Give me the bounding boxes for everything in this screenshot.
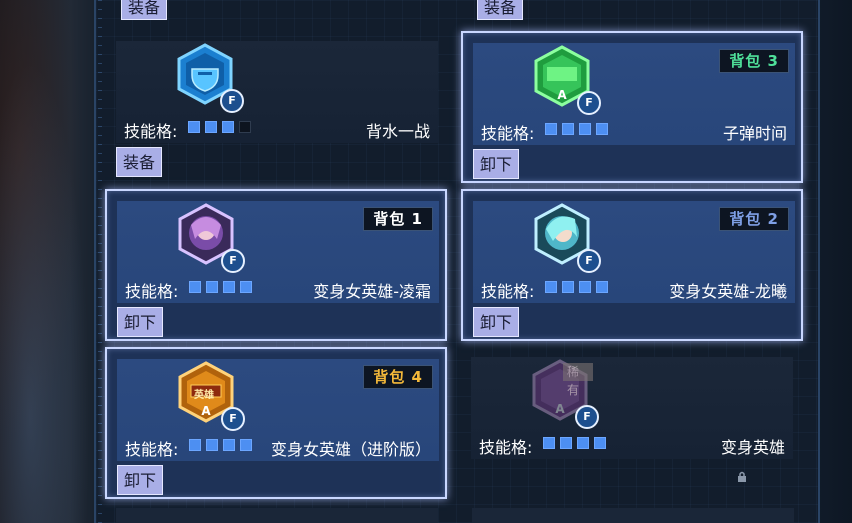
skill-name: 变身女英雄-凌霜 xyxy=(313,282,431,301)
slot-filled xyxy=(223,281,235,293)
skill-card-bullet-time[interactable]: 背包 3 A F 技能格: 子弹时间 卸下 xyxy=(461,31,803,183)
card-body: F 技能格: 背水一战 xyxy=(116,41,438,143)
slot-filled xyxy=(189,281,201,293)
slot-label: 技能格: xyxy=(479,438,533,457)
lock-icon xyxy=(737,471,747,482)
skill-slots xyxy=(543,437,606,449)
unequip-button[interactable]: 卸下 xyxy=(473,307,520,337)
slot-filled xyxy=(543,437,555,449)
skill-slots xyxy=(545,123,608,135)
skill-slots xyxy=(188,121,251,133)
skill-card-hero-advanced[interactable]: 背包 4 A 英雄 F 技能格: 变身女英雄（进阶版） 卸下 xyxy=(105,347,447,499)
hero-locked-hex-icon: A 稀有 F xyxy=(531,359,599,429)
skill-card-longxi[interactable]: 背包 2 F 技能格: 变身女英雄-龙曦 卸下 xyxy=(461,189,803,341)
skill-name: 变身女英雄（进阶版） xyxy=(270,440,431,459)
slot-label: 技能格: xyxy=(481,124,535,143)
card-body: A 稀有 F 技能格: 变身英雄 xyxy=(471,357,793,459)
slot-label: 技能格: xyxy=(124,122,178,141)
unequip-button[interactable]: 卸下 xyxy=(473,149,520,179)
slot-filled xyxy=(545,281,557,293)
skill-name: 变身英雄 xyxy=(720,438,785,457)
unequip-button[interactable]: 卸下 xyxy=(117,465,164,495)
slot-filled xyxy=(223,439,235,451)
slot-filled xyxy=(189,439,201,451)
card-body: 背包 2 F 技能格: 变身女英雄-龙曦 xyxy=(473,201,795,303)
slot-filled xyxy=(560,437,572,449)
panel-ruler-decoration xyxy=(98,0,102,523)
rare-tag: 稀有 xyxy=(563,363,593,397)
skill-slots xyxy=(189,439,252,451)
slot-filled xyxy=(596,123,608,135)
unequip-button[interactable]: 卸下 xyxy=(117,307,164,337)
slot-filled xyxy=(240,281,252,293)
skill-slots xyxy=(545,281,608,293)
slot-filled xyxy=(594,437,606,449)
f-badge-icon: F xyxy=(221,407,245,431)
bullet-time-hex-icon: A F xyxy=(533,45,601,115)
bag-tag: 背包 4 xyxy=(363,365,433,389)
shield-hex-icon: F xyxy=(176,43,244,113)
f-badge-icon: F xyxy=(575,405,599,429)
slot-filled xyxy=(579,281,591,293)
slot-empty xyxy=(239,121,251,133)
svg-text:A: A xyxy=(557,88,567,102)
svg-text:A: A xyxy=(555,402,565,416)
slot-filled xyxy=(577,437,589,449)
slot-filled xyxy=(596,281,608,293)
skill-card-hero-locked[interactable]: A 稀有 F 技能格: 变身英雄 xyxy=(461,347,803,499)
next-row-card-right xyxy=(472,508,794,523)
skill-name: 背水一战 xyxy=(365,122,430,141)
slot-filled xyxy=(562,281,574,293)
equip-button-top-left[interactable]: 装备 xyxy=(121,0,168,20)
f-badge-icon: F xyxy=(221,249,245,273)
skill-card-beishui[interactable]: F 技能格: 背水一战 装备 xyxy=(106,31,448,183)
slot-filled xyxy=(205,121,217,133)
slot-filled xyxy=(206,281,218,293)
background-scene-left xyxy=(0,0,100,523)
slot-label: 技能格: xyxy=(125,440,179,459)
slot-filled xyxy=(545,123,557,135)
next-row-card-left xyxy=(116,508,438,523)
svg-text:A: A xyxy=(201,404,211,418)
hero-longxi-portrait-icon: F xyxy=(533,203,601,273)
card-body: 背包 3 A F 技能格: 子弹时间 xyxy=(473,43,795,145)
slot-filled xyxy=(579,123,591,135)
skill-name: 子弹时间 xyxy=(722,124,787,143)
skill-card-linshuang[interactable]: 背包 1 F 技能格: 变身女英雄-凌霜 卸下 xyxy=(105,189,447,341)
hero-linshuang-portrait-icon: F xyxy=(177,203,245,273)
f-badge-icon: F xyxy=(220,89,244,113)
f-badge-icon: F xyxy=(577,249,601,273)
card-body: 背包 1 F 技能格: 变身女英雄-凌霜 xyxy=(117,201,439,303)
slot-label: 技能格: xyxy=(481,282,535,301)
bag-tag: 背包 3 xyxy=(719,49,789,73)
equip-button[interactable]: 装备 xyxy=(116,147,163,177)
skill-name: 变身女英雄-龙曦 xyxy=(669,282,787,301)
slot-filled xyxy=(562,123,574,135)
slot-label: 技能格: xyxy=(125,282,179,301)
equip-button-top-right[interactable]: 装备 xyxy=(477,0,524,20)
slot-filled xyxy=(188,121,200,133)
slot-filled xyxy=(240,439,252,451)
slot-filled xyxy=(222,121,234,133)
bag-tag: 背包 1 xyxy=(363,207,433,231)
hero-icon-text: 英雄 xyxy=(194,390,214,401)
card-body: 背包 4 A 英雄 F 技能格: 变身女英雄（进阶版） xyxy=(117,359,439,461)
hero-advanced-hex-icon: A 英雄 F xyxy=(177,361,245,431)
skill-slots xyxy=(189,281,252,293)
f-badge-icon: F xyxy=(577,91,601,115)
slot-filled xyxy=(206,439,218,451)
bag-tag: 背包 2 xyxy=(719,207,789,231)
